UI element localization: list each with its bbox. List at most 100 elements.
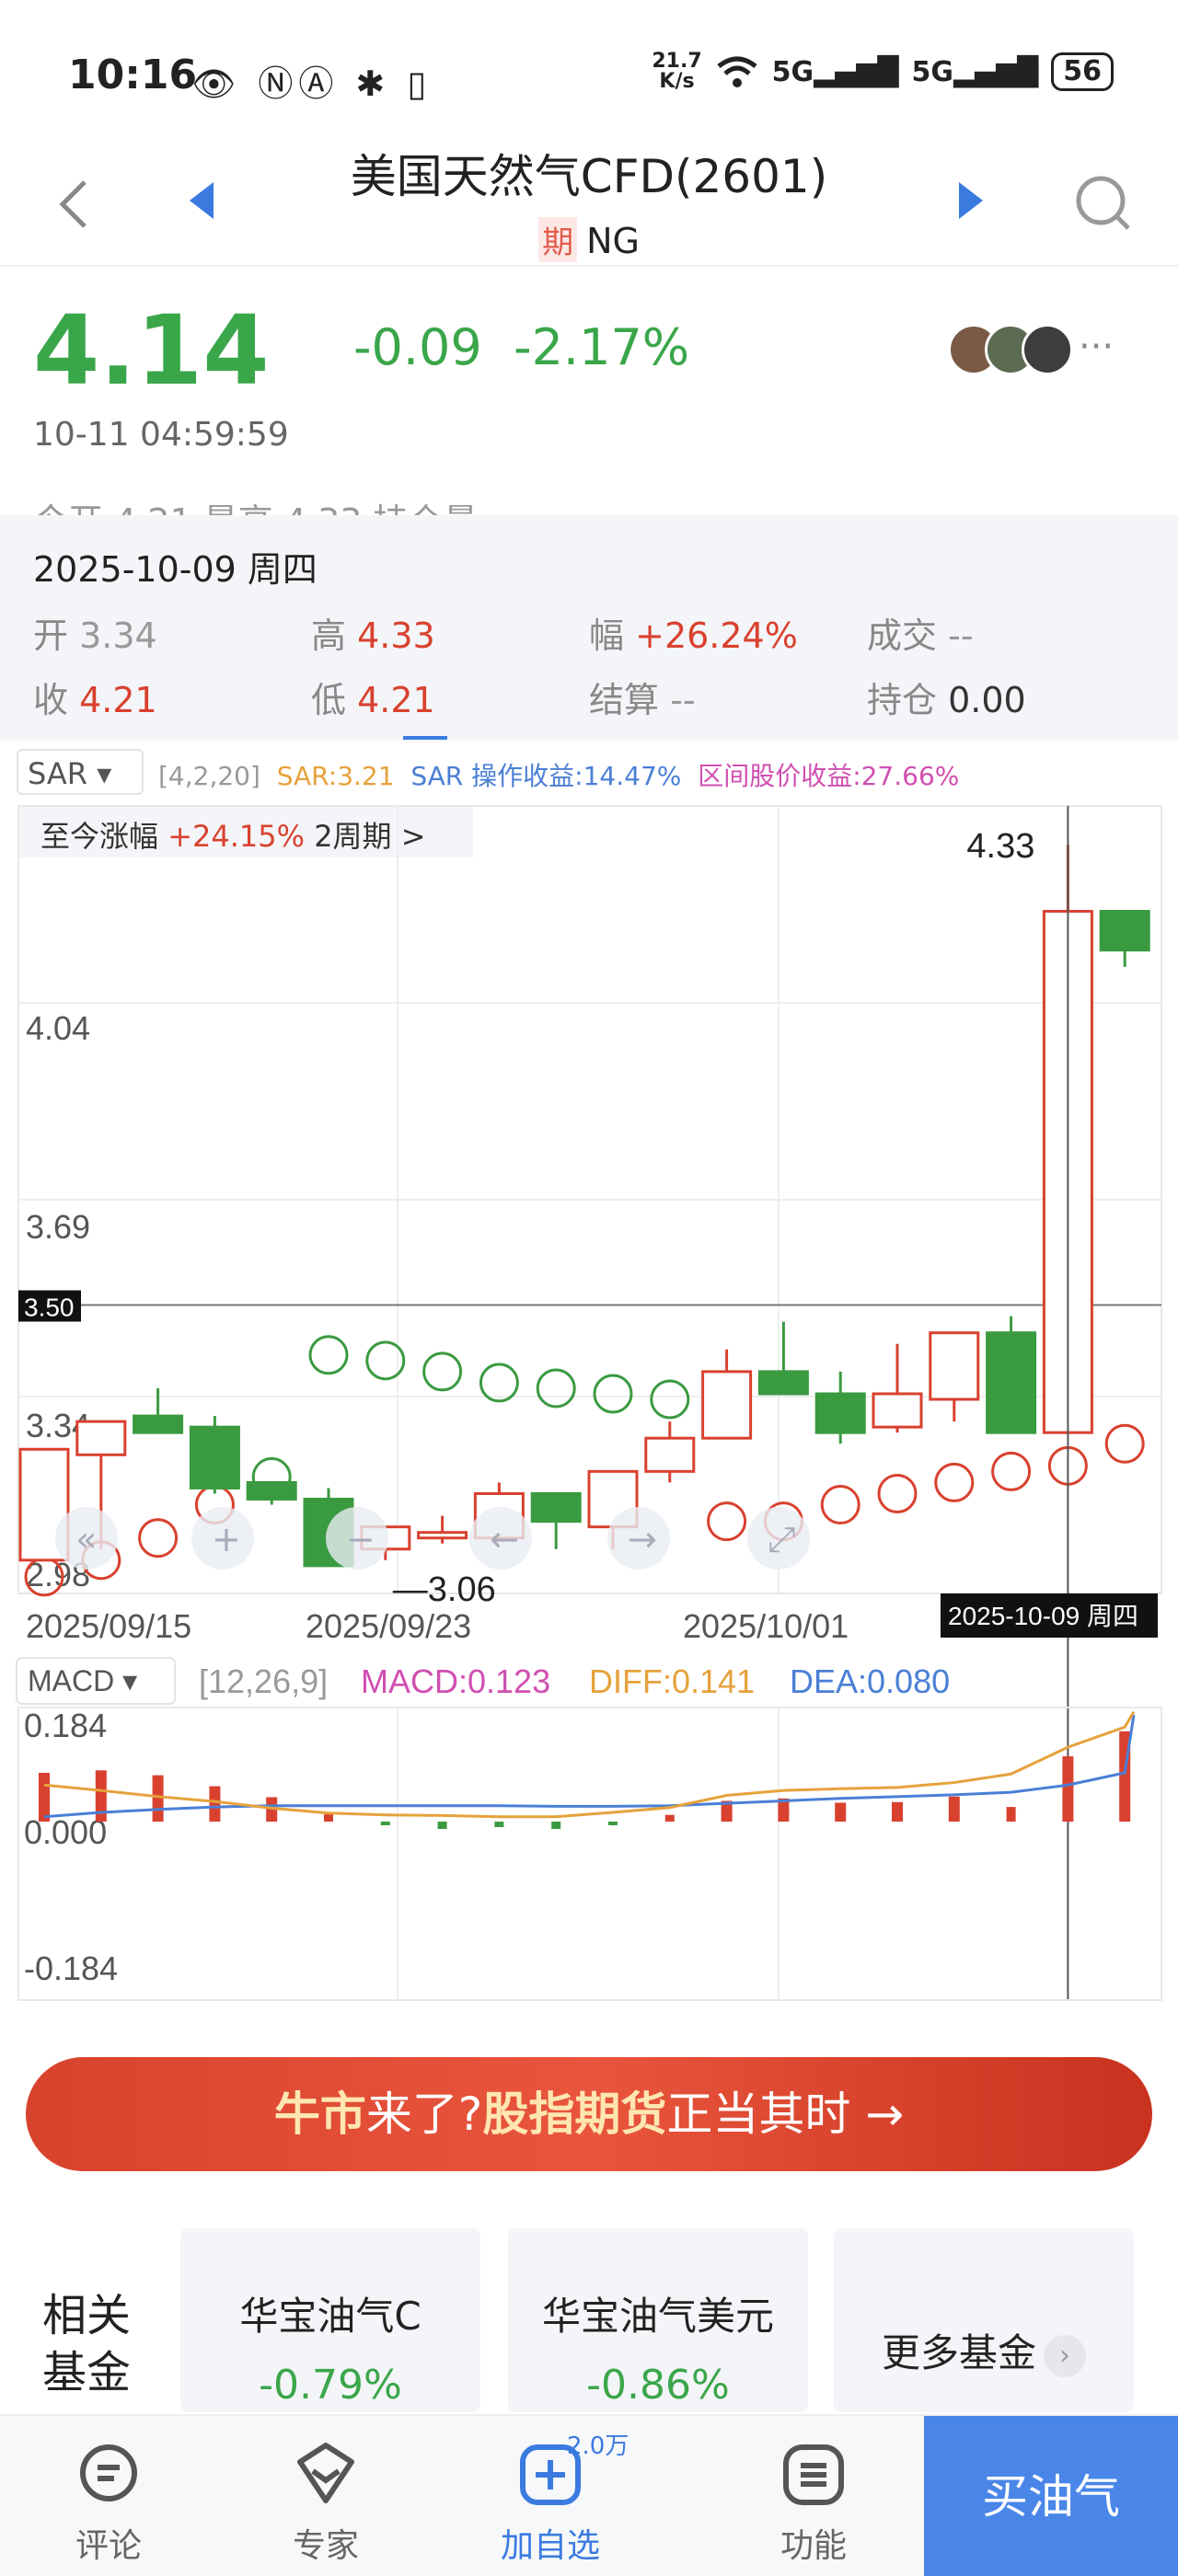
candle-body bbox=[986, 1331, 1037, 1434]
info-date: 2025-10-09 周四 bbox=[33, 549, 318, 590]
network-speed: 21.7 K/s bbox=[652, 50, 702, 93]
status-icons-left: 👁 ⓃⒶ ✱ ▯ bbox=[191, 63, 433, 104]
current-price-tag bbox=[18, 1290, 81, 1322]
macd-selector-label: MACD ▾ bbox=[28, 1664, 137, 1697]
sar-dot bbox=[1104, 1423, 1145, 1464]
zoom-out-icon: − bbox=[346, 1519, 375, 1559]
function-icon bbox=[783, 2444, 844, 2505]
tab-function[interactable]: 功能 bbox=[722, 2416, 906, 2576]
candle-info-panel: 2025-10-09 周四 开 3.34 高 4.33 幅 +26.24% 成交… bbox=[0, 515, 1178, 741]
y-tick-label: 4.04 bbox=[26, 1009, 90, 1047]
sar-dot bbox=[536, 1368, 576, 1409]
search-icon[interactable] bbox=[1073, 173, 1132, 232]
sar-value: SAR:3.21 bbox=[276, 761, 395, 791]
futures-tag: 期 bbox=[538, 217, 578, 262]
tab-comment[interactable]: 评论 bbox=[17, 2416, 201, 2576]
pan-left-icon: ← bbox=[490, 1519, 519, 1559]
favorite-count-badge: 2.0万 bbox=[567, 2432, 629, 2460]
macd-bar bbox=[608, 1822, 618, 1825]
diff-line bbox=[43, 1710, 1136, 1819]
chevron-right-icon: › bbox=[1044, 2334, 1086, 2377]
chart-control-button bbox=[469, 1507, 532, 1570]
info-indicator-bar bbox=[403, 736, 447, 740]
candle-body bbox=[75, 1420, 127, 1456]
user-avatars[interactable] bbox=[948, 324, 1073, 375]
macd-bar bbox=[266, 1797, 278, 1822]
candle-body bbox=[360, 1525, 411, 1551]
chart-control-button bbox=[326, 1507, 388, 1570]
crosshair-date-tag bbox=[941, 1593, 1158, 1638]
macd-value: MACD:0.123 bbox=[361, 1662, 550, 1700]
candle-body bbox=[246, 1480, 297, 1501]
info-low: 低 4.21 bbox=[311, 680, 435, 720]
sar-dot bbox=[251, 1456, 292, 1497]
expert-icon bbox=[297, 2443, 354, 2503]
promo-banner[interactable]: 牛市来了?股指期货正当其时 → bbox=[26, 2057, 1152, 2171]
macd-tick-label: 0.000 bbox=[24, 1813, 107, 1851]
indicator-selector[interactable]: SAR ▾ bbox=[17, 749, 144, 795]
sar-dot bbox=[479, 1363, 519, 1403]
info-position: 持仓 0.00 bbox=[867, 680, 1026, 720]
next-instrument-icon[interactable] bbox=[959, 182, 983, 219]
y-tick-label: 2.98 bbox=[26, 1556, 90, 1593]
comment-icon bbox=[80, 2444, 137, 2501]
zoom-in-icon: + bbox=[212, 1519, 241, 1559]
status-right: 21.7 K/s 5G▂▄▆█ 5G▂▄▆█ 56 bbox=[652, 52, 1114, 92]
y-tick-label: 3.69 bbox=[26, 1208, 90, 1246]
sar-dot bbox=[877, 1473, 918, 1513]
candle-body bbox=[644, 1436, 696, 1473]
instrument-code: 期 NG bbox=[0, 217, 1178, 262]
macd-bar bbox=[39, 1772, 50, 1822]
candle-body bbox=[189, 1425, 240, 1489]
macd-bar bbox=[835, 1802, 847, 1822]
tab-expert[interactable]: 专家 bbox=[234, 2416, 418, 2576]
page-title: 美国天然气CFD(2601) bbox=[350, 150, 828, 203]
fund-card[interactable]: 华宝油气C -0.79% bbox=[180, 2228, 480, 2412]
macd-bar bbox=[778, 1798, 790, 1822]
stats-row-peek: 今开 4.21 最高 4.33 持仓量 bbox=[33, 493, 479, 515]
change-value: -0.09 bbox=[353, 318, 482, 376]
tab-add-favorite[interactable]: 2.0万 加自选 bbox=[458, 2416, 642, 2576]
sar-return: SAR 操作收益:14.47% bbox=[410, 761, 682, 791]
candle-body bbox=[303, 1498, 354, 1568]
candle-body bbox=[872, 1392, 923, 1429]
macd-selector bbox=[16, 1657, 176, 1705]
battery-indicator: 56 bbox=[1051, 52, 1114, 91]
sar-params: [4,2,20] bbox=[158, 761, 260, 791]
max-price-label: 4.33 bbox=[966, 827, 1034, 866]
fullscreen-icon: ⤢ bbox=[768, 1519, 795, 1559]
info-range: 幅 +26.24% bbox=[589, 615, 798, 656]
quote-timestamp: 10-11 04:59:59 bbox=[33, 416, 289, 454]
x-tick-label: 2025/10/01 bbox=[683, 1607, 849, 1645]
instrument-symbol: NG bbox=[586, 221, 640, 261]
crosshair-date-label: 2025-10-09 周四 bbox=[948, 1602, 1138, 1630]
chart-area: SAR ▾ [4,2,20] SAR:3.21 SAR 操作收益:14.47% … bbox=[0, 743, 1178, 2013]
macd-bar bbox=[152, 1775, 164, 1822]
candle-body bbox=[473, 1491, 525, 1540]
diff-value: DIFF:0.141 bbox=[589, 1662, 755, 1700]
candle-body bbox=[133, 1414, 184, 1434]
sar-dot bbox=[194, 1485, 235, 1525]
y-tick-label: 3.34 bbox=[26, 1407, 90, 1444]
info-close: 收 4.21 bbox=[33, 680, 157, 720]
fund-card[interactable]: 华宝油气美元 -0.86% bbox=[508, 2228, 808, 2412]
candle-body bbox=[701, 1370, 753, 1440]
dea-line bbox=[43, 1714, 1136, 1819]
range-return: 区间股价收益:27.66% bbox=[698, 761, 960, 791]
since-change-box[interactable]: 至今涨幅 +24.15% 2周期 > bbox=[18, 806, 473, 857]
more-funds-card[interactable]: 更多基金 › bbox=[834, 2228, 1134, 2412]
info-high: 高 4.33 bbox=[311, 615, 435, 656]
sar-dot bbox=[991, 1451, 1032, 1491]
macd-bar bbox=[494, 1822, 504, 1827]
candlestick-chart[interactable]: 4.04 3.69 3.34 2.98 3.50 4.33 —3.06 2025/09/15 2… bbox=[0, 743, 1178, 2013]
buy-button[interactable]: 买油气 bbox=[924, 2416, 1178, 2576]
macd-bar bbox=[721, 1800, 733, 1822]
min-price-label: —3.06 bbox=[393, 1570, 496, 1609]
wifi-icon bbox=[717, 56, 757, 87]
candle-body bbox=[417, 1531, 468, 1540]
sar-dot bbox=[934, 1462, 975, 1502]
rewind-icon: « bbox=[75, 1519, 97, 1559]
sar-dot bbox=[650, 1379, 690, 1420]
more-icon[interactable]: ··· bbox=[1079, 326, 1114, 368]
status-time: 10:16 bbox=[68, 52, 198, 98]
